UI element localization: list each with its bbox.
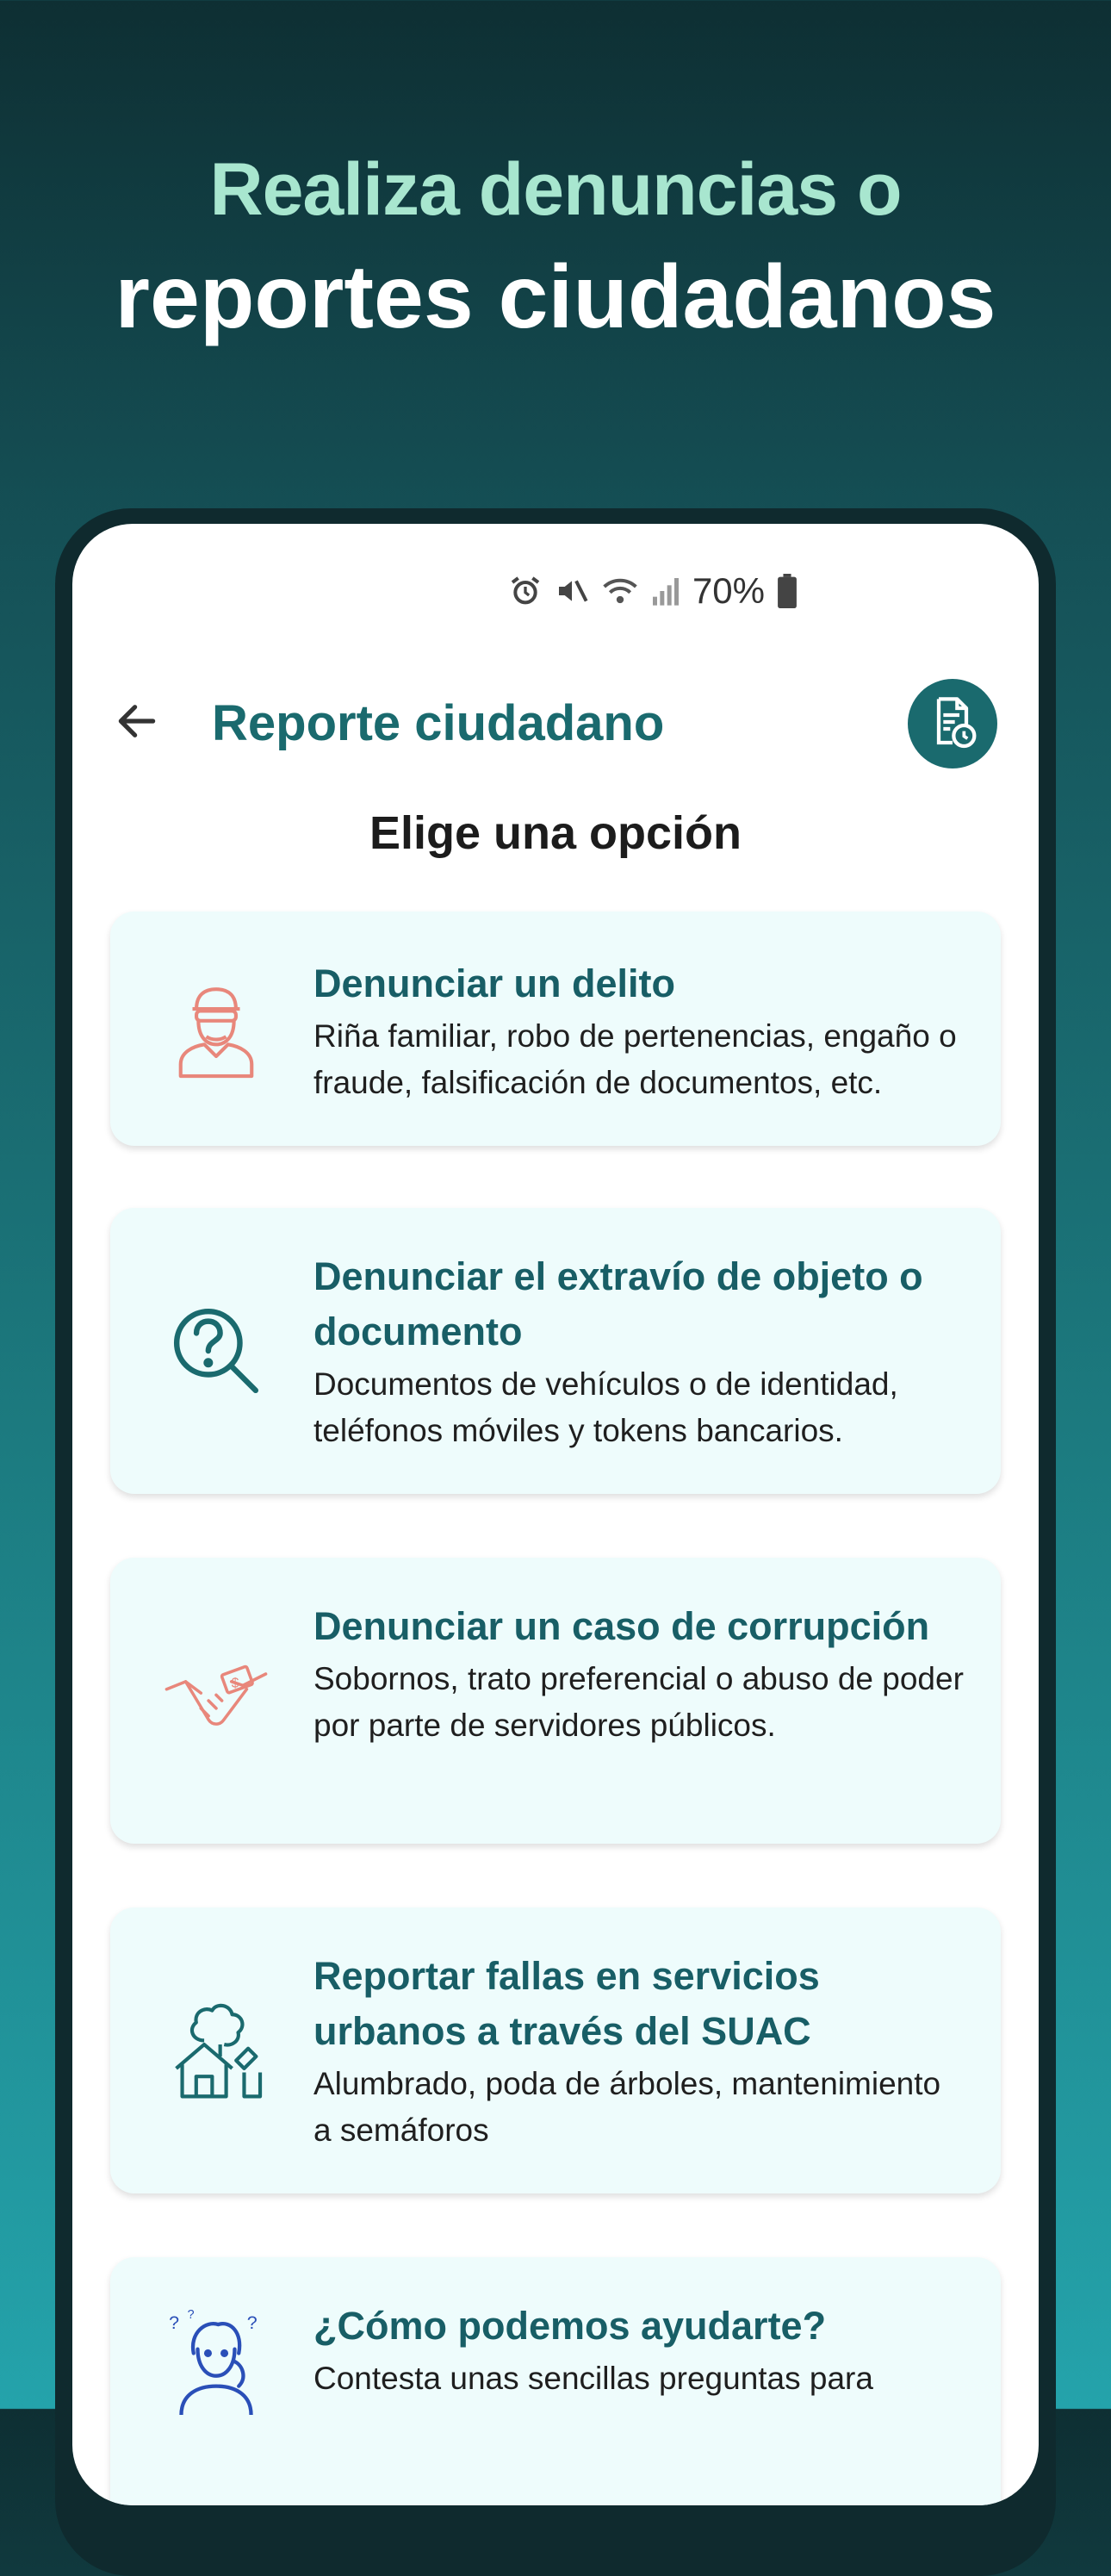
- status-bar: 70%: [508, 565, 798, 617]
- mute-icon: [555, 574, 589, 608]
- bribe-handshake-icon: $: [160, 1645, 272, 1757]
- urban-services-icon: [160, 1994, 272, 2106]
- card-title: ¿Cómo podemos ayudarte?: [313, 2304, 827, 2348]
- battery-percentage: 70%: [692, 570, 765, 611]
- card-description: Contesta unas sencillas preguntas para: [313, 2361, 873, 2396]
- card-title: Denunciar un caso de corrupción: [313, 1604, 930, 1648]
- promo-headline-top: Realiza denuncias o: [209, 148, 902, 231]
- question-search-icon: [160, 1295, 272, 1407]
- promo-header: Realiza denuncias o reportes ciudadanos: [0, 138, 1111, 353]
- option-card-report-crime[interactable]: Denunciar un delito Riña familiar, robo …: [110, 912, 1001, 1146]
- card-description: Riña familiar, robo de pertenencias, eng…: [313, 1018, 957, 1100]
- card-title: Denunciar un delito: [313, 961, 676, 1005]
- card-description: Alumbrado, poda de árboles, mantenimient…: [313, 2066, 941, 2148]
- confused-person-icon: ? ? ?: [160, 2305, 272, 2417]
- svg-text:?: ?: [247, 2312, 258, 2333]
- wifi-icon: [601, 574, 639, 608]
- svg-text:?: ?: [188, 2308, 195, 2322]
- svg-text:$: $: [232, 1677, 239, 1691]
- phone-screen: 70% Reporte ciudadano Elige una opción D…: [72, 524, 1039, 2505]
- back-button[interactable]: [107, 693, 167, 753]
- option-card-report-lost-item[interactable]: Denunciar el extravío de objeto o docume…: [110, 1208, 1001, 1494]
- report-history-button[interactable]: [908, 679, 997, 768]
- alarm-icon: [508, 574, 543, 608]
- promo-headline-bottom: reportes ciudadanos: [115, 247, 996, 347]
- option-card-report-urban-services[interactable]: Reportar fallas en servicios urbanos a t…: [110, 1907, 1001, 2193]
- card-title: Reportar fallas en servicios urbanos a t…: [313, 1954, 820, 2053]
- document-history-icon: [925, 694, 980, 754]
- section-title: Elige una opción: [369, 807, 742, 859]
- card-title: Denunciar el extravío de objeto o docume…: [313, 1254, 923, 1353]
- option-card-help-guide[interactable]: ? ? ? ¿Cómo podemos ayudarte? Contesta u…: [110, 2257, 1001, 2505]
- card-description: Documentos de vehículos o de identidad, …: [313, 1366, 898, 1448]
- signal-icon: [651, 574, 680, 608]
- app-bar: Reporte ciudadano: [72, 662, 1039, 774]
- svg-text:?: ?: [169, 2312, 179, 2333]
- battery-icon: [777, 574, 798, 608]
- option-card-report-corruption[interactable]: $ Denunciar un caso de corrupción Soborn…: [110, 1558, 1001, 1844]
- page-title: Reporte ciudadano: [212, 695, 665, 751]
- thief-icon: [160, 973, 272, 1085]
- arrow-left-icon: [113, 697, 161, 750]
- card-description: Sobornos, trato preferencial o abuso de …: [313, 1661, 964, 1743]
